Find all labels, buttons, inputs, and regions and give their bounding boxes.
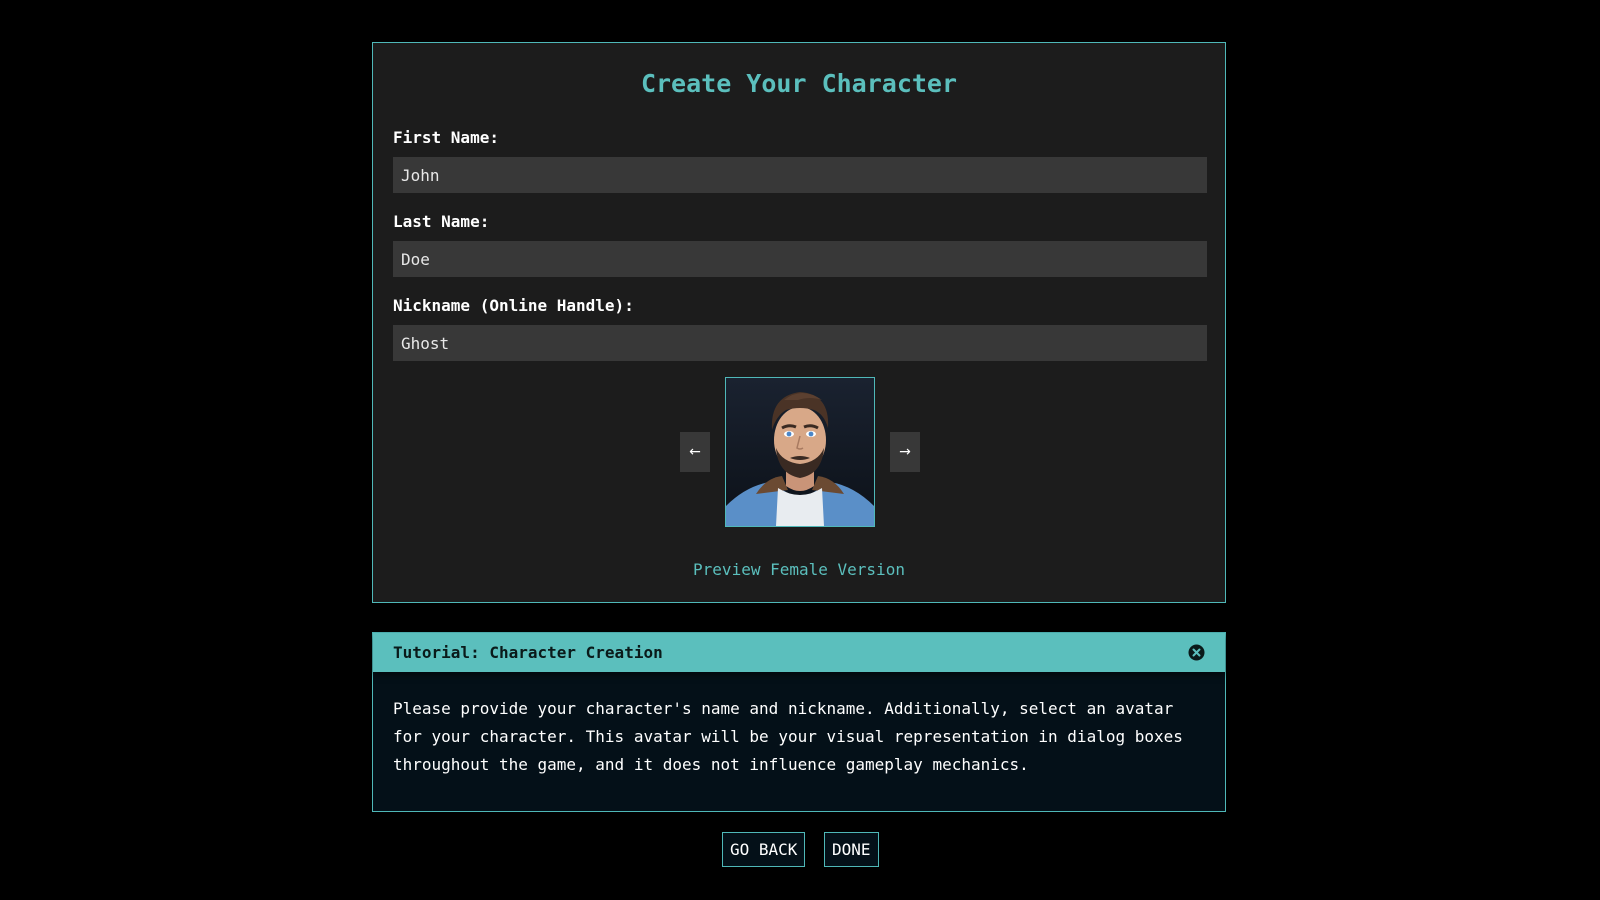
tutorial-title: Tutorial: Character Creation <box>393 643 663 662</box>
first-name-label: First Name: <box>393 128 499 147</box>
next-avatar-button[interactable]: → <box>890 432 920 472</box>
character-creation-panel: Create Your Character First Name: Last N… <box>372 42 1226 603</box>
previous-avatar-button[interactable]: ← <box>680 432 710 472</box>
tutorial-header: Tutorial: Character Creation <box>373 633 1225 672</box>
male-portrait-icon <box>726 378 874 526</box>
close-icon[interactable] <box>1188 644 1205 661</box>
page-title: Create Your Character <box>640 69 958 98</box>
first-name-input[interactable] <box>393 157 1207 193</box>
tutorial-box: Tutorial: Character Creation Please prov… <box>372 632 1226 812</box>
avatar-image <box>725 377 875 527</box>
last-name-label: Last Name: <box>393 212 490 231</box>
nickname-input[interactable] <box>393 325 1207 361</box>
preview-female-version-link[interactable]: Preview Female Version <box>373 560 1225 579</box>
nickname-label: Nickname (Online Handle): <box>393 296 634 315</box>
last-name-input[interactable] <box>393 241 1207 277</box>
done-button[interactable]: DONE <box>824 832 879 867</box>
tutorial-text: Please provide your character's name and… <box>393 699 1183 774</box>
go-back-button[interactable]: GO BACK <box>722 832 806 867</box>
